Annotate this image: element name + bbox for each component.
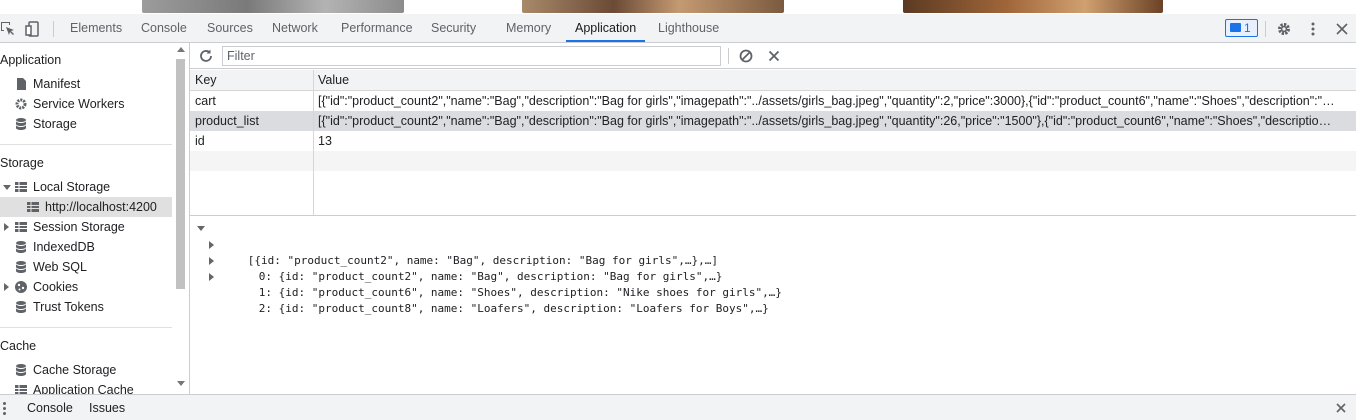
column-header-value[interactable]: Value <box>318 70 1336 90</box>
product-image <box>903 0 1163 13</box>
sidebar-divider <box>0 327 172 328</box>
database-icon <box>14 363 28 377</box>
row-key[interactable]: id <box>195 131 309 151</box>
grid-icon <box>14 180 28 194</box>
sidebar-scrollbar[interactable] <box>174 43 187 394</box>
page-content-strip <box>0 0 1356 14</box>
issues-badge[interactable]: 1 <box>1225 19 1258 37</box>
issues-count: 1 <box>1244 21 1251 35</box>
filter-input[interactable] <box>222 46 721 66</box>
chevron-right-icon[interactable] <box>4 283 9 291</box>
tab-memory[interactable]: Memory <box>506 14 551 42</box>
sidebar-divider <box>0 144 172 145</box>
tab-network[interactable]: Network <box>272 14 318 42</box>
drawer-tab-console[interactable]: Console <box>27 395 73 420</box>
preview-item[interactable]: 1: {id: "product_count6", name: "Shoes",… <box>209 253 782 299</box>
grid-icon <box>26 200 40 214</box>
section-header-storage: Storage <box>0 156 44 170</box>
chevron-right-icon[interactable] <box>209 257 214 265</box>
sidebar-item-trust-tokens[interactable]: Trust Tokens <box>0 297 172 317</box>
gear-icon <box>14 97 28 111</box>
scrollbar-thumb[interactable] <box>176 59 185 289</box>
sidebar-item-storage[interactable]: Storage <box>0 114 172 134</box>
device-toolbar-icon[interactable] <box>25 21 41 37</box>
row-value[interactable]: [{"id":"product_count2","name":"Bag","de… <box>318 91 1336 111</box>
column-header-key[interactable]: Key <box>195 70 309 90</box>
refresh-icon[interactable] <box>198 48 214 64</box>
delete-selected-icon[interactable] <box>766 48 782 64</box>
tab-console[interactable]: Console <box>141 14 187 42</box>
clear-all-icon[interactable] <box>738 48 754 64</box>
preview-item[interactable]: 2: {id: "product_count8", name: "Loafers… <box>209 269 769 315</box>
tab-application[interactable]: Application <box>566 14 646 42</box>
chevron-right-icon[interactable] <box>4 223 9 231</box>
scroll-down-icon[interactable] <box>177 381 185 386</box>
tab-sources[interactable]: Sources <box>207 14 253 42</box>
database-icon <box>14 117 28 131</box>
table-row-empty <box>190 151 1356 171</box>
storage-main-panel: Key Value cart [{"id":"product_count2","… <box>190 43 1356 394</box>
close-icon[interactable] <box>1334 401 1348 415</box>
database-icon <box>14 240 28 254</box>
table-row[interactable]: cart [{"id":"product_count2","name":"Bag… <box>190 91 1356 111</box>
toolbar-divider <box>728 48 729 64</box>
gear-icon[interactable] <box>1276 21 1292 37</box>
grid-icon <box>14 383 28 394</box>
tab-performance[interactable]: Performance <box>341 14 413 42</box>
sidebar-item-manifest[interactable]: Manifest <box>0 74 172 94</box>
sidebar-item-service-workers[interactable]: Service Workers <box>0 94 172 114</box>
preview-item[interactable]: 0: {id: "product_count2", name: "Bag", d… <box>209 237 722 283</box>
inspect-element-icon[interactable] <box>0 21 16 37</box>
tab-security[interactable]: Security <box>431 14 476 42</box>
table-row[interactable]: product_list [{"id":"product_count2","na… <box>190 111 1356 131</box>
chevron-down-icon[interactable] <box>197 226 205 231</box>
database-icon <box>14 300 28 314</box>
product-image <box>142 0 404 13</box>
application-sidebar: Application Manifest Service Workers Sto… <box>0 43 190 394</box>
value-preview: [{id: "product_count2", name: "Bag", des… <box>190 217 1356 394</box>
sidebar-item-cookies[interactable]: Cookies <box>0 277 172 297</box>
row-key[interactable]: product_list <box>195 111 309 131</box>
message-icon <box>1230 23 1241 32</box>
bottom-drawer: Console Issues <box>0 394 1356 420</box>
sidebar-item-cache-storage[interactable]: Cache Storage <box>0 360 172 380</box>
row-key[interactable]: cart <box>195 91 309 111</box>
devtools-tabbar: Elements Console Sources Network Perform… <box>0 14 1356 43</box>
table-row[interactable]: id 13 <box>190 131 1356 151</box>
tab-lighthouse[interactable]: Lighthouse <box>658 14 719 42</box>
table-header: Key Value <box>190 70 1356 91</box>
sidebar-item-local-storage[interactable]: Local Storage <box>0 177 172 197</box>
cookie-icon <box>14 280 28 294</box>
storage-toolbar <box>190 43 1356 69</box>
section-header-application: Application <box>0 53 62 67</box>
grid-icon <box>14 220 28 234</box>
toolbar-divider <box>1265 21 1266 37</box>
row-value[interactable]: [{"id":"product_count2","name":"Bag","de… <box>318 111 1336 131</box>
section-header-cache: Cache <box>0 339 37 353</box>
close-icon[interactable] <box>1334 21 1350 37</box>
sidebar-item-session-storage[interactable]: Session Storage <box>0 217 172 237</box>
more-tools-icon[interactable] <box>3 402 7 416</box>
preview-root[interactable]: [{id: "product_count2", name: "Bag", des… <box>197 221 718 267</box>
sidebar-item-application-cache[interactable]: Application Cache <box>0 380 172 394</box>
scroll-up-icon[interactable] <box>177 47 185 52</box>
sidebar-item-web-sql[interactable]: Web SQL <box>0 257 172 277</box>
chevron-down-icon[interactable] <box>3 185 11 190</box>
row-value[interactable]: 13 <box>318 131 1336 151</box>
sidebar-item-indexeddb[interactable]: IndexedDB <box>0 237 172 257</box>
database-icon <box>14 260 28 274</box>
document-icon <box>14 77 28 91</box>
column-divider <box>313 70 314 215</box>
product-image <box>522 0 784 13</box>
sidebar-item-localhost-origin[interactable]: http://localhost:4200 <box>0 197 172 217</box>
drawer-tab-issues[interactable]: Issues <box>89 395 125 420</box>
tab-elements[interactable]: Elements <box>70 14 122 42</box>
local-storage-table: Key Value cart [{"id":"product_count2","… <box>190 70 1356 216</box>
chevron-right-icon[interactable] <box>209 273 214 281</box>
more-options-icon[interactable] <box>1305 21 1321 37</box>
toolbar-divider <box>53 21 54 37</box>
chevron-right-icon[interactable] <box>209 241 214 249</box>
